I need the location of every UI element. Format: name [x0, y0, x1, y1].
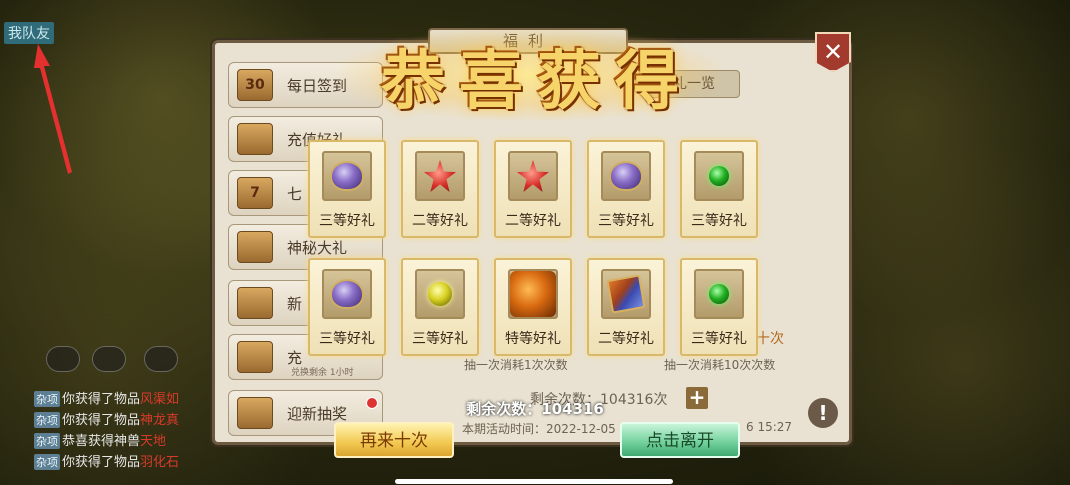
congrats-banner: 恭喜获得 — [381, 44, 693, 119]
prize-card: 三等好礼 — [680, 140, 758, 238]
prize-card: 三等好礼 — [401, 258, 479, 356]
prize-card: 三等好礼 — [587, 140, 665, 238]
team-tab[interactable]: 我队友 — [4, 22, 54, 44]
gift-box-icon — [237, 287, 273, 319]
red-arrow-annotation — [34, 44, 72, 174]
prize-card: 二等好礼 — [401, 140, 479, 238]
ten-draw-button[interactable]: 十次 — [756, 328, 784, 348]
home-indicator[interactable] — [395, 479, 673, 484]
single-cost-text: 抽一次消耗1次次数 — [464, 358, 568, 372]
gold-coins-icon — [237, 341, 273, 373]
prize-card: 三等好礼 — [680, 258, 758, 356]
prize-card: 二等好礼 — [587, 258, 665, 356]
treasure-chest-icon — [237, 123, 273, 155]
activity-period-end: 6 15:27 — [746, 420, 793, 434]
dragon-icon — [508, 269, 558, 319]
book-icon — [601, 269, 651, 319]
prize-card: 三等好礼 — [308, 258, 386, 356]
gold-chest-icon — [237, 231, 273, 263]
remaining-count: 剩余次数：104316 — [466, 400, 604, 418]
chat-bubble-icon[interactable] — [92, 346, 126, 372]
leave-button[interactable]: 点击离开 — [620, 422, 740, 458]
chat-line: 杂项 恭喜获得神兽天地 — [34, 433, 167, 449]
chat-line: 杂项 你获得了物品羽化石 — [34, 454, 180, 470]
draw-again-ten-button[interactable]: 再来十次 — [334, 422, 454, 458]
red-star-icon — [415, 151, 465, 201]
calendar-seven-icon: 7 — [237, 177, 273, 209]
calendar-icon: 30 — [237, 69, 273, 101]
green-orb-icon — [694, 269, 744, 319]
microphone-icon[interactable] — [144, 346, 178, 372]
prize-card: 三等好礼 — [308, 140, 386, 238]
ten-cost-text: 抽一次消耗10次次数 — [664, 358, 776, 372]
handshake-icon[interactable] — [46, 346, 80, 372]
yellow-orb-icon — [415, 269, 465, 319]
purple-gem-icon — [601, 151, 651, 201]
green-orb-icon — [694, 151, 744, 201]
red-star-icon — [508, 151, 558, 201]
purple-gem-icon — [322, 151, 372, 201]
purple-gem-icon — [322, 269, 372, 319]
prize-card: 二等好礼 — [494, 140, 572, 238]
activity-period: 本期活动时间：2022-12-05 — [462, 422, 616, 436]
prize-card: 特等好礼 — [494, 258, 572, 356]
